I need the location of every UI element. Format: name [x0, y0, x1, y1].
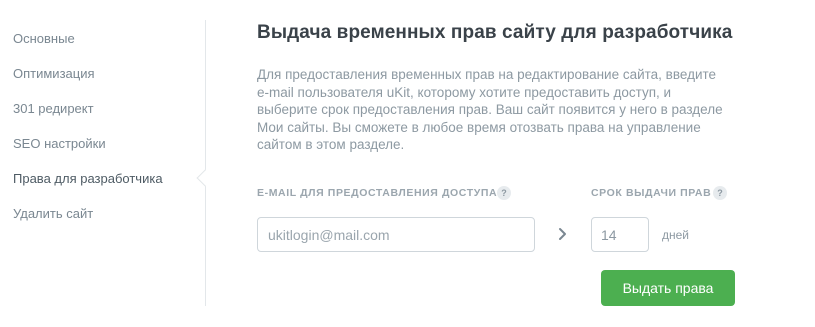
sidebar-item-redirect[interactable]: 301 редирект — [13, 101, 94, 116]
sidebar-item-delete-site[interactable]: Удалить сайт — [13, 206, 93, 221]
email-help-icon[interactable]: ? — [497, 186, 511, 200]
email-input[interactable] — [257, 217, 535, 252]
page-description: Для предоставления временных прав на ред… — [257, 67, 723, 153]
sidebar-divider — [205, 20, 206, 306]
sidebar-item-optimization[interactable]: Оптимизация — [13, 66, 95, 81]
settings-page: Основные Оптимизация 301 редирект SEO на… — [0, 0, 815, 327]
page-title: Выдача временных прав сайту для разработ… — [257, 22, 733, 43]
days-unit-label: дней — [662, 228, 690, 242]
days-input[interactable] — [591, 217, 649, 252]
sidebar-item-basic[interactable]: Основные — [13, 31, 75, 46]
chevron-right-icon[interactable] — [556, 226, 570, 242]
settings-sidebar: Основные Оптимизация 301 редирект SEO на… — [0, 0, 206, 327]
email-field-label: E-MAIL ДЛЯ ПРЕДОСТАВЛЕНИЯ ДОСТУПА — [257, 187, 498, 199]
grant-rights-button[interactable]: Выдать права — [601, 270, 735, 306]
sidebar-item-seo[interactable]: SEO настройки — [13, 136, 106, 151]
sidebar-item-developer-rights[interactable]: Права для разработчика — [13, 171, 163, 186]
term-help-icon[interactable]: ? — [713, 186, 727, 200]
term-field-label: СРОК ВЫДАЧИ ПРАВ — [591, 187, 712, 199]
